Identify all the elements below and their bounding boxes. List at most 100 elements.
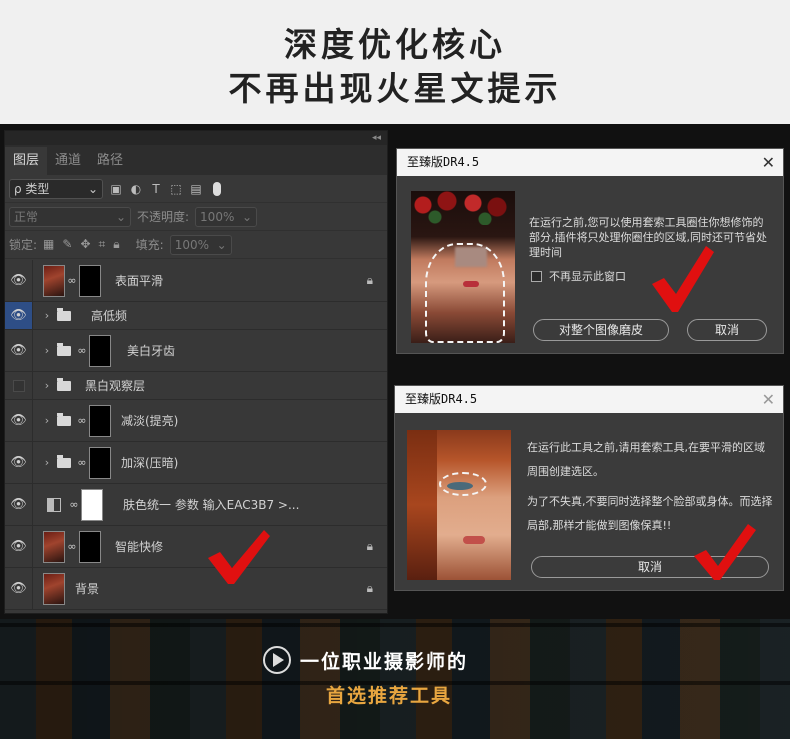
adjustment-layer-icon (47, 497, 61, 512)
link-icon: ∞ (77, 456, 87, 469)
adjustment-filter-icon[interactable]: ◐ (129, 182, 143, 196)
fill-input[interactable]: 100% ⌄ (169, 234, 232, 255)
red-checkmark (692, 522, 758, 582)
cancel-button[interactable]: 取消 (687, 319, 767, 341)
opacity-label: 不透明度: (137, 210, 190, 224)
lips (463, 536, 485, 544)
layer-name: 黑白观察层 (85, 379, 146, 393)
shape-filter-icon[interactable]: ⬚ (169, 182, 183, 196)
eye-hidden-icon[interactable] (5, 372, 33, 399)
layer-mask-thumbnail (81, 488, 103, 521)
banner-line-1: 一位职业摄影师的 (300, 651, 469, 673)
layers-panel: ◂◂ 图层 通道 路径 ρ 类型 ⌄ ▣ ◐ T ⬚ ▤ 正常 ⌄ 不透明度: 10… (4, 130, 388, 614)
eye-icon[interactable]: 👁︎ (5, 260, 33, 301)
dont-show-checkbox[interactable] (531, 271, 542, 282)
dialog-title-bar: 至臻版DR4.5 ✕ (395, 386, 783, 413)
layer-row[interactable]: 👁︎ › ∞ 减淡(提亮) (5, 400, 387, 442)
panel-tabs: 图层 通道 路径 (5, 145, 387, 175)
lock-move-icon[interactable]: ✥ (80, 237, 90, 252)
opacity-value: 100% (200, 209, 235, 224)
lock-transparent-icon[interactable]: ▦ (43, 237, 54, 252)
layer-mask-thumbnail (89, 404, 111, 437)
red-checkmark (650, 244, 716, 314)
eye-icon[interactable]: 👁︎ (5, 442, 33, 483)
link-icon: ∞ (77, 344, 87, 357)
lock-row: 锁定: ▦ ✎ ✥ ⌗ 🔒︎ 填充: 100% ⌄ (5, 231, 387, 259)
layer-row[interactable]: 👁︎ ∞ 智能快修 🔒︎ (5, 526, 387, 568)
expand-arrow-icon[interactable]: › (41, 456, 53, 469)
close-icon[interactable]: ✕ (762, 386, 775, 413)
tab-paths[interactable]: 路径 (89, 147, 131, 175)
blend-mode-select[interactable]: 正常 ⌄ (9, 206, 131, 227)
layer-row[interactable]: 👁︎ › ∞ 美白牙齿 (5, 330, 387, 372)
lock-all-icon[interactable]: 🔒︎ (113, 237, 119, 252)
chevron-down-icon: ⌄ (115, 209, 126, 224)
layer-name: 智能快修 (115, 540, 164, 554)
filter-toggle[interactable] (213, 181, 221, 196)
tab-channels[interactable]: 通道 (47, 147, 89, 175)
checkbox-label: 不再显示此窗口 (549, 270, 626, 283)
lock-icons: ▦ ✎ ✥ ⌗ 🔒︎ (43, 237, 120, 252)
image-filter-icon[interactable]: ▣ (109, 182, 123, 196)
preview-photo (411, 191, 515, 343)
lock-paint-icon[interactable]: ✎ (62, 237, 72, 252)
hair (407, 430, 437, 580)
layer-row[interactable]: 👁︎ 背景 🔒︎ (5, 568, 387, 610)
lock-icon: 🔒︎ (366, 273, 373, 287)
play-icon (263, 646, 291, 674)
lock-icon: 🔒︎ (366, 539, 373, 553)
folder-icon (57, 342, 71, 356)
eye-icon[interactable]: 👁︎ (5, 526, 33, 567)
lasso-selection-outline (439, 472, 487, 496)
eye-icon[interactable]: 👁︎ (5, 400, 33, 441)
link-icon: ∞ (69, 498, 79, 511)
collapse-icon[interactable]: ◂◂ (372, 131, 381, 145)
expand-arrow-icon[interactable]: › (41, 414, 53, 427)
layer-row[interactable]: 👁︎ ∞ 表面平滑 🔒︎ (5, 260, 387, 302)
dialog-message-1: 在运行此工具之前,请用套索工具,在要平滑的区域周围创建选区。 (527, 441, 765, 478)
layer-thumbnail (43, 530, 65, 563)
folder-icon (57, 307, 71, 321)
expand-arrow-icon[interactable]: › (41, 379, 53, 392)
smooth-whole-image-button[interactable]: 对整个图像磨皮 (533, 319, 669, 341)
layer-name: 减淡(提亮) (121, 414, 179, 428)
link-icon: ∞ (67, 540, 77, 553)
headline-1: 深度优化核心 (284, 25, 506, 64)
flower-crown (411, 191, 515, 225)
folder-icon (57, 377, 71, 391)
opacity-input[interactable]: 100% ⌄ (195, 206, 258, 227)
banner-tiles (0, 619, 790, 739)
layer-name: 高低频 (91, 309, 128, 323)
header: 深度优化核心 不再出现火星文提示 (0, 0, 790, 124)
tab-layers[interactable]: 图层 (5, 147, 48, 175)
layer-thumbnail (43, 264, 65, 297)
eye-icon[interactable]: 👁︎ (5, 484, 33, 525)
dialog-title: 至臻版DR4.5 (407, 155, 480, 169)
expand-arrow-icon[interactable]: › (41, 309, 53, 322)
layer-mask-thumbnail (89, 446, 111, 479)
close-icon[interactable]: ✕ (762, 149, 775, 176)
layer-row[interactable]: › 黑白观察层 (5, 372, 387, 400)
smart-object-filter-icon[interactable]: ▤ (189, 182, 203, 196)
layer-row[interactable]: 👁︎ ∞ 肤色统一 参数 输入EAC3B7 >... (5, 484, 387, 526)
folder-icon (57, 454, 71, 468)
type-filter-icon[interactable]: T (149, 182, 163, 196)
headline-2: 不再出现火星文提示 (228, 69, 562, 108)
blend-row: 正常 ⌄ 不透明度: 100% ⌄ (5, 203, 387, 231)
layer-row[interactable]: 👁︎ › 高低频 (5, 302, 387, 330)
expand-arrow-icon[interactable]: › (41, 344, 53, 357)
banner-line-2: 首选推荐工具 (326, 685, 453, 707)
lock-artboard-icon[interactable]: ⌗ (99, 237, 106, 252)
lock-icon: 🔒︎ (366, 581, 373, 595)
layer-row[interactable]: 👁︎ › ∞ 加深(压暗) (5, 442, 387, 484)
dialog-title: 至臻版DR4.5 (405, 392, 478, 406)
fill-label: 填充: (135, 238, 164, 252)
preview-photo (407, 430, 511, 580)
fill-value: 100% (174, 237, 210, 252)
eye-icon[interactable]: 👁︎ (5, 568, 33, 609)
filter-label: ρ 类型 (14, 182, 50, 196)
eye-icon[interactable]: 👁︎ (5, 330, 33, 371)
filter-select[interactable]: ρ 类型 ⌄ (9, 178, 103, 199)
eye-icon[interactable]: 👁︎ (5, 302, 33, 329)
chevron-down-icon: ⌄ (87, 181, 98, 196)
